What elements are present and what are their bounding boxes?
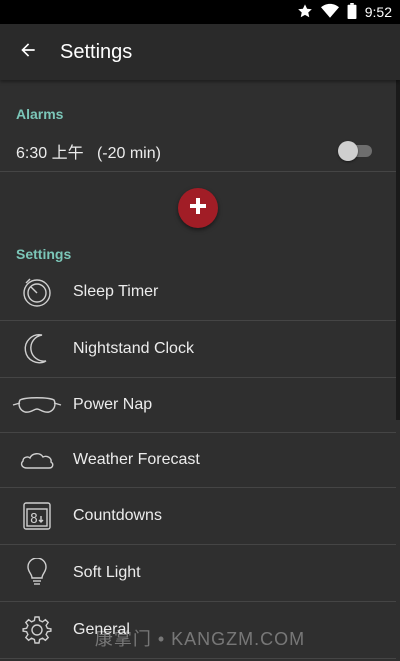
menu-item-label: Soft Light (73, 564, 141, 581)
gear-icon (0, 615, 73, 645)
menu-item-sleep-timer[interactable]: Sleep Timer (0, 264, 396, 321)
menu-item-countdowns[interactable]: 8 Countdowns (0, 488, 396, 545)
alarms-section-header: Alarms (16, 106, 64, 122)
alarm-label: 6:30 上午 (-20 min) (16, 139, 161, 163)
alarm-time: 6:30 上午 (16, 144, 84, 162)
alarm-item[interactable]: 6:30 上午 (-20 min) (0, 130, 396, 172)
menu-item-label: Weather Forecast (73, 451, 200, 468)
settings-content: Alarms 6:30 上午 (-20 min) Settings Sleep … (0, 80, 396, 661)
lightbulb-icon (0, 558, 73, 588)
add-alarm-area (0, 172, 396, 244)
menu-item-nightstand-clock[interactable]: Nightstand Clock (0, 321, 396, 378)
menu-item-soft-light[interactable]: Soft Light (0, 545, 396, 602)
wifi-icon (320, 3, 339, 22)
menu-item-general[interactable]: General (0, 602, 396, 659)
settings-screen: 9:52 Settings Alarms 6:30 上午 (-20 min) S… (0, 0, 400, 661)
sleep-timer-icon (0, 275, 73, 309)
cloud-icon (0, 448, 73, 472)
alarm-toggle[interactable] (338, 140, 374, 161)
page-title: Settings (60, 40, 133, 63)
menu-item-weather-forecast[interactable]: Weather Forecast (0, 433, 396, 488)
menu-item-label: Sleep Timer (73, 283, 159, 300)
back-button[interactable] (0, 24, 56, 80)
app-bar: Settings (0, 24, 400, 80)
calendar-countdown-icon: 8 (0, 501, 73, 531)
menu-item-label: Countdowns (73, 507, 162, 524)
moon-icon (0, 332, 73, 366)
svg-text:8: 8 (30, 512, 38, 527)
battery-icon (347, 2, 357, 22)
menu-item-power-nap[interactable]: Power Nap (0, 378, 396, 433)
status-bar: 9:52 (0, 0, 400, 24)
alarm-offset: (-20 min) (96, 144, 161, 162)
menu-item-label: Power Nap (73, 396, 153, 413)
scrollbar[interactable] (396, 80, 400, 420)
star-icon (297, 3, 313, 22)
plus-icon (189, 197, 207, 220)
toggle-thumb (338, 140, 358, 161)
menu-item-label: Nightstand Clock (73, 340, 194, 357)
settings-menu: Sleep Timer Nightstand Clock Power Nap W… (0, 264, 396, 659)
menu-item-label: General (73, 621, 130, 638)
arrow-back-icon (18, 40, 38, 65)
add-alarm-button[interactable] (178, 188, 218, 228)
settings-section-header: Settings (16, 246, 72, 262)
sleep-mask-icon (0, 394, 73, 416)
status-time: 9:52 (364, 4, 392, 20)
status-icons: 9:52 (297, 0, 392, 24)
